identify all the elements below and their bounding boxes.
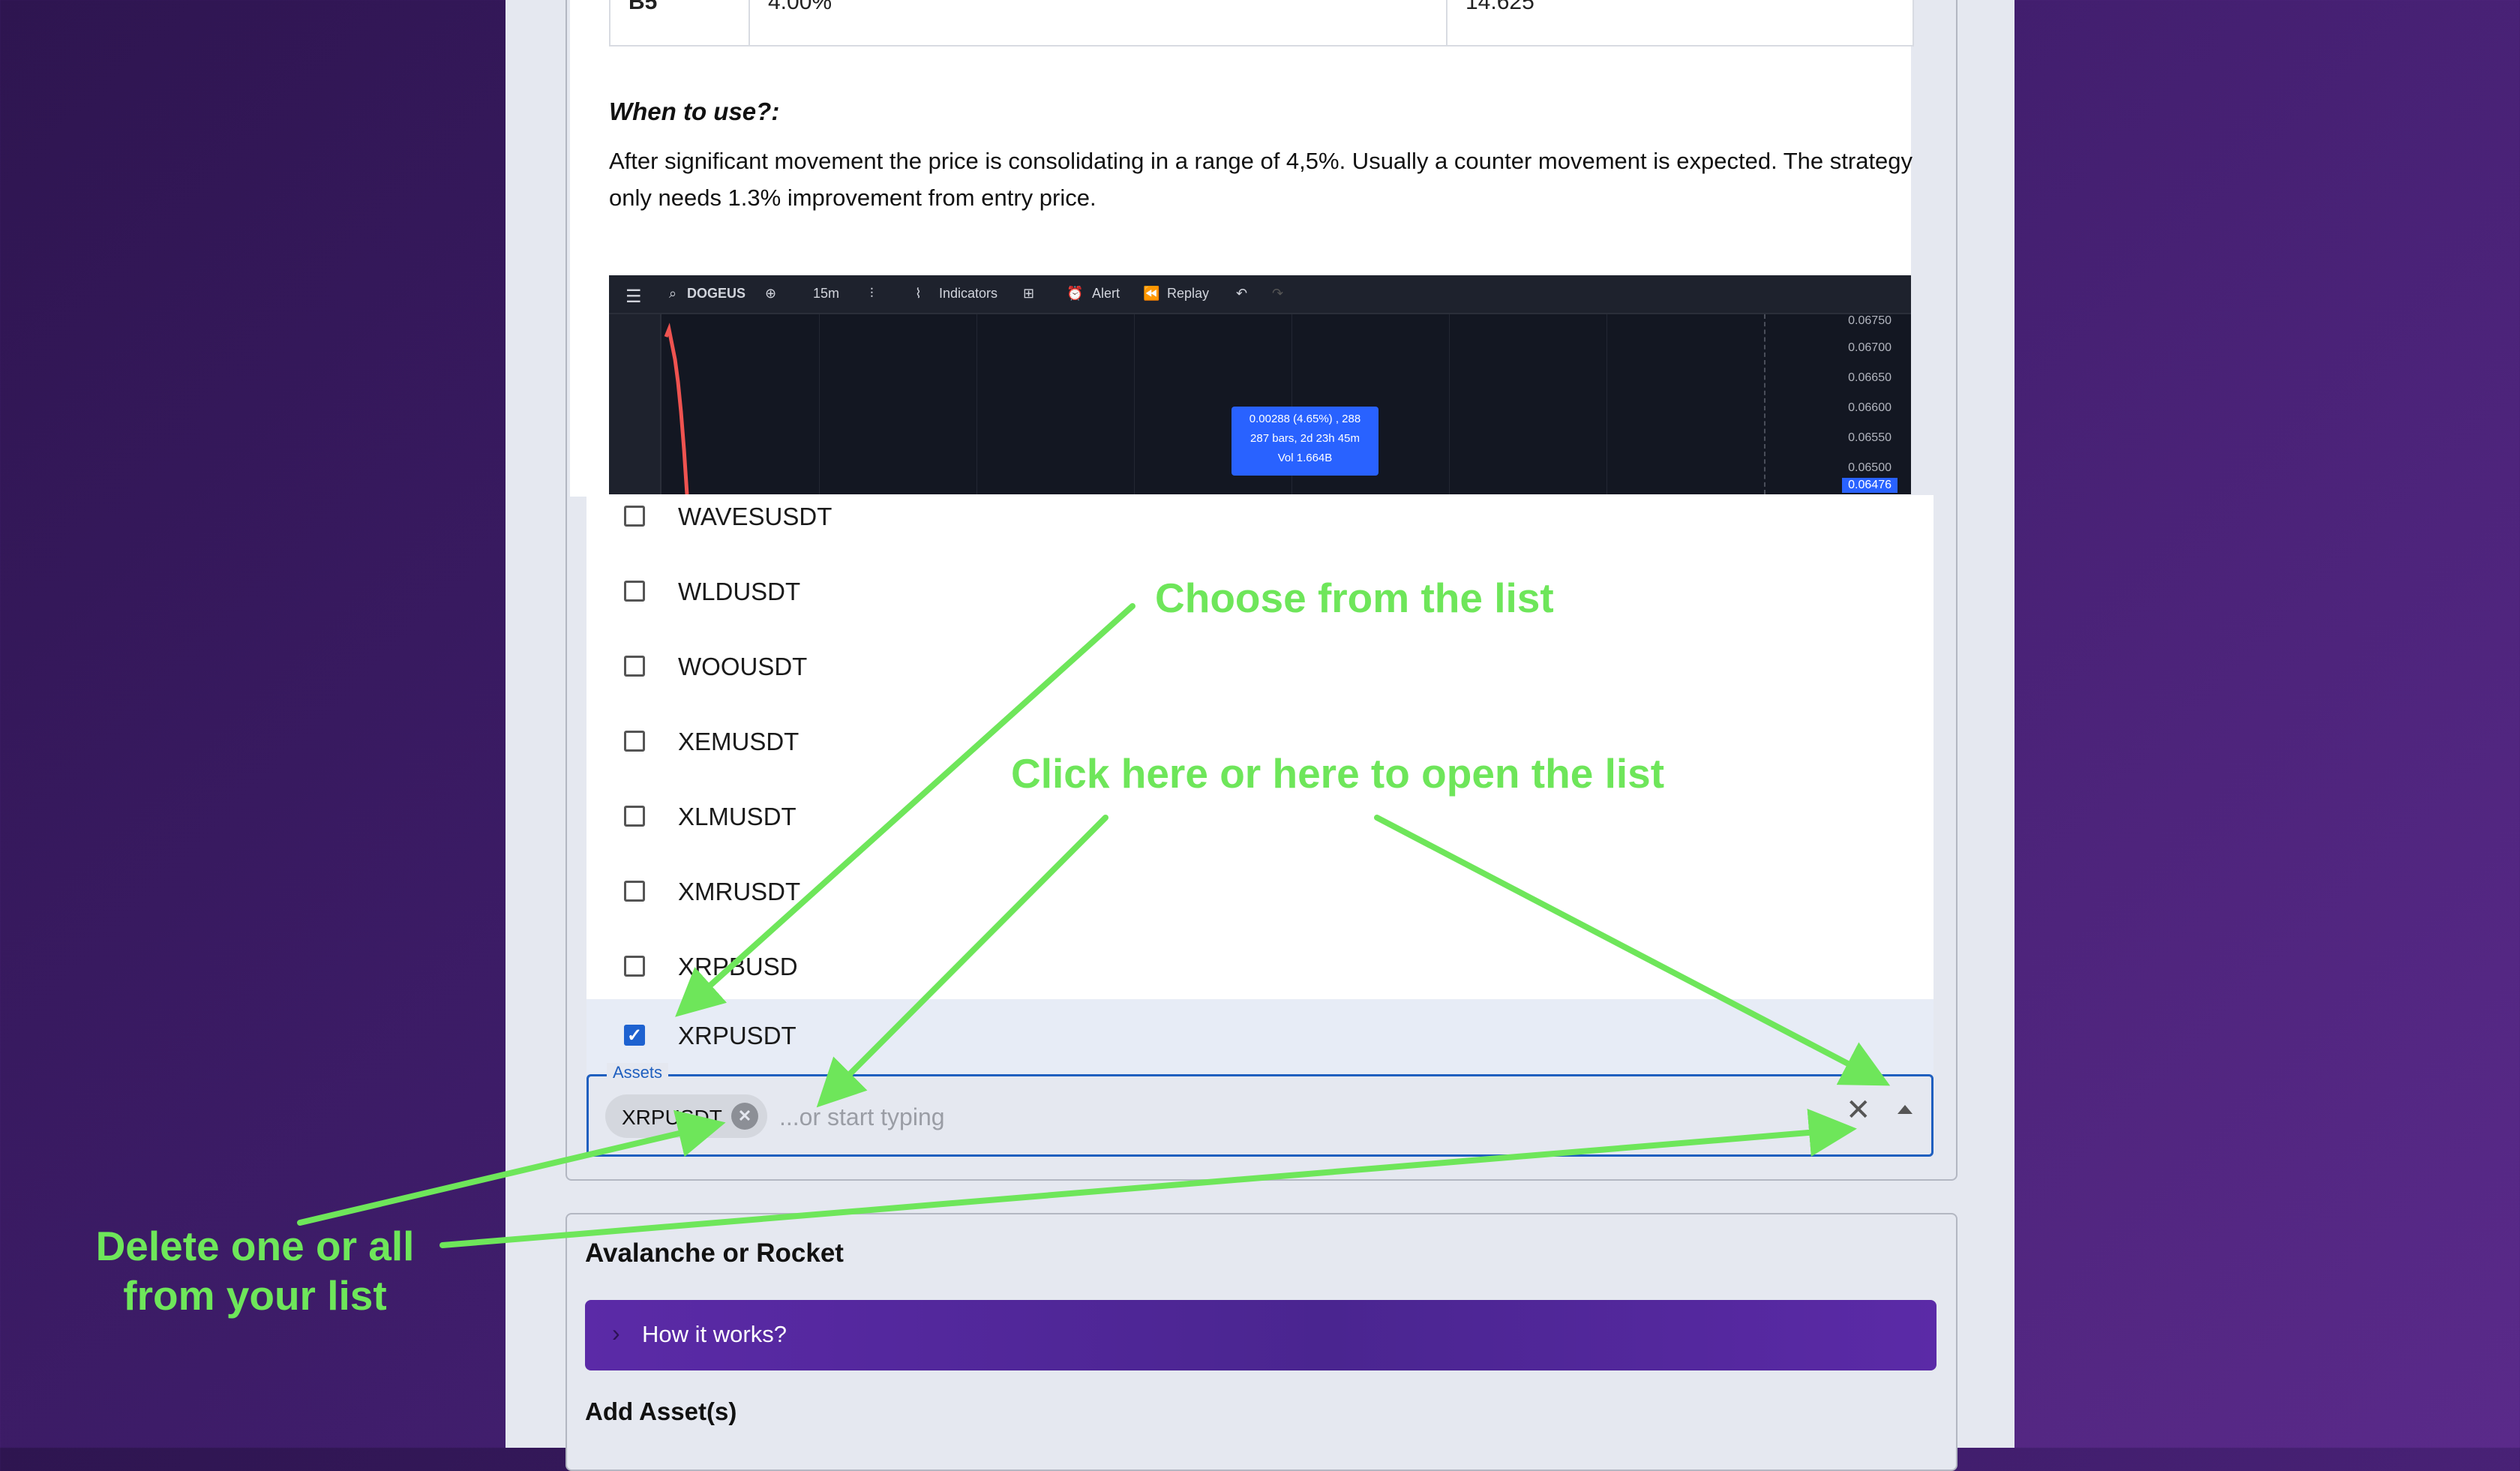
annotation-delete-line2: from your list <box>123 1272 387 1319</box>
annotation-choose: Choose from the list <box>1155 575 1554 621</box>
annotation-delete: Delete one or all from your list <box>75 1221 435 1320</box>
annotation-delete-line1: Delete one or all <box>95 1223 415 1269</box>
annotation-click-open: Click here or here to open the list <box>1011 750 1665 797</box>
